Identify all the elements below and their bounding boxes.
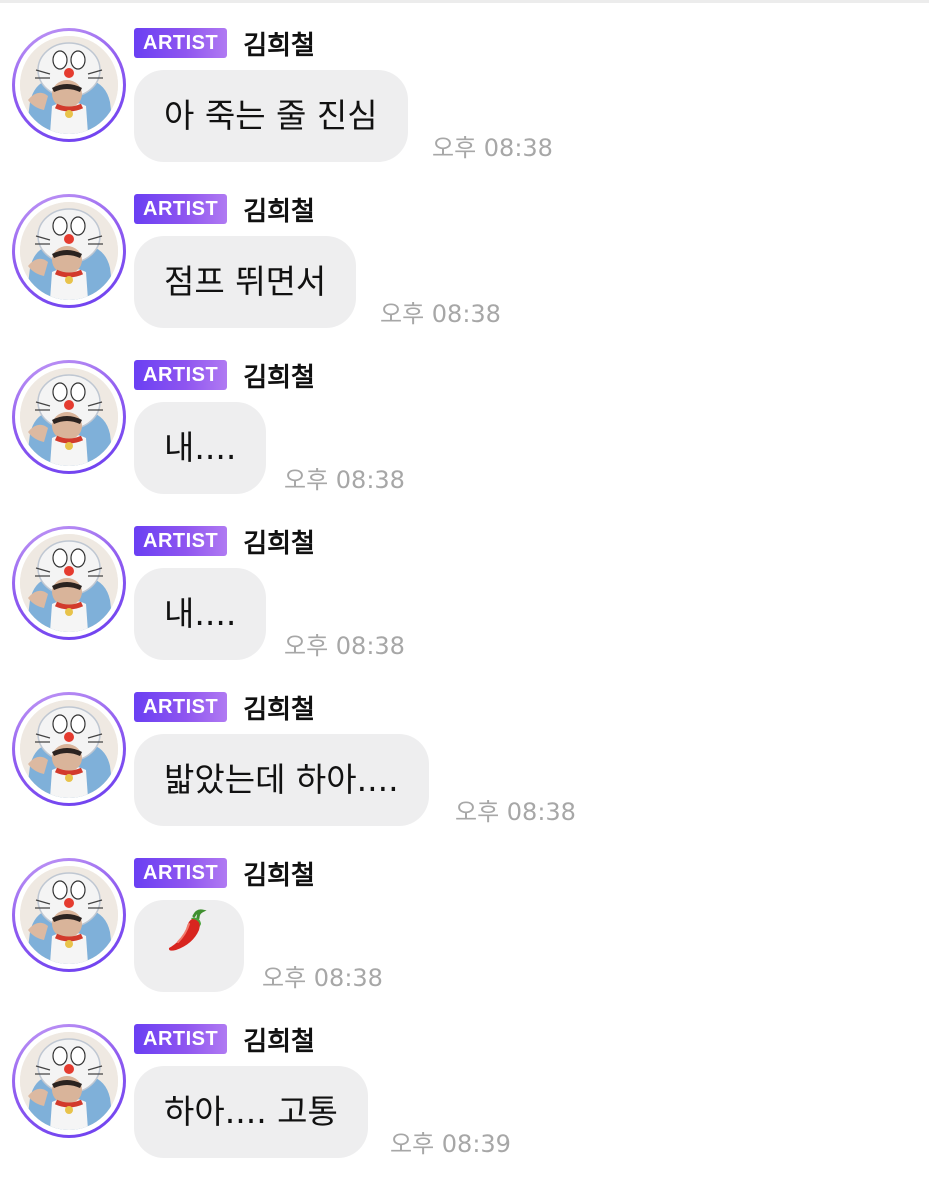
chat-message: ARTIST 김희철 하아.... 고통 오후 08:39 xyxy=(0,1024,929,1190)
sender-name: 김희철 xyxy=(243,30,315,61)
chat-message: ARTIST 김희철 점프 뛰면서 오후 08:38 xyxy=(0,194,929,360)
avatar[interactable] xyxy=(12,1024,126,1138)
avatar-photo xyxy=(20,534,118,632)
artist-badge: ARTIST xyxy=(134,28,228,58)
message-time: 오후 08:38 xyxy=(455,798,576,826)
message-bubble[interactable]: 점프 뛰면서 xyxy=(134,236,357,328)
message-time: 오후 08:38 xyxy=(432,134,553,162)
artist-badge: ARTIST xyxy=(134,858,228,888)
avatar-photo xyxy=(20,202,118,300)
chili-pepper-icon xyxy=(164,899,214,991)
sender-name: 김희철 xyxy=(243,196,315,227)
sender-name: 김희철 xyxy=(243,528,315,559)
message-bubble[interactable]: 내.... xyxy=(134,402,267,494)
chat-message: ARTIST 김희철 아 죽는 줄 진심 오후 08:38 xyxy=(0,28,929,194)
artist-badge: ARTIST xyxy=(134,194,228,224)
sender-name: 김희철 xyxy=(243,860,315,891)
sender-name: 김희철 xyxy=(243,694,315,725)
chat-message: ARTIST 김희철 내.... 오후 08:38 xyxy=(0,526,929,692)
message-time: 오후 08:38 xyxy=(380,300,501,328)
avatar[interactable] xyxy=(12,360,126,474)
message-time: 오후 08:38 xyxy=(284,632,405,660)
message-time: 오후 08:38 xyxy=(262,964,383,992)
avatar-photo xyxy=(20,866,118,964)
message-time: 오후 08:39 xyxy=(390,1130,511,1158)
message-time: 오후 08:38 xyxy=(284,466,405,494)
chat-message-list[interactable]: ARTIST 김희철 아 죽는 줄 진심 오후 08:38 ARTIST 김희철… xyxy=(0,0,929,1200)
sender-name: 김희철 xyxy=(243,362,315,393)
message-bubble[interactable]: 아 죽는 줄 진심 xyxy=(134,70,408,162)
avatar-photo xyxy=(20,368,118,466)
sender-name: 김희철 xyxy=(243,1026,315,1057)
chat-message: ARTIST 김희철 내.... 오후 08:38 xyxy=(0,360,929,526)
artist-badge: ARTIST xyxy=(134,1024,228,1054)
avatar[interactable] xyxy=(12,28,126,142)
artist-badge: ARTIST xyxy=(134,360,228,390)
avatar[interactable] xyxy=(12,194,126,308)
chat-message: ARTIST 김희철 밟았는데 하아.... 오후 08:38 xyxy=(0,692,929,858)
message-bubble[interactable]: 내.... xyxy=(134,568,267,660)
artist-badge: ARTIST xyxy=(134,526,228,556)
artist-badge: ARTIST xyxy=(134,692,228,722)
avatar-photo xyxy=(20,700,118,798)
avatar-photo xyxy=(20,1032,118,1130)
avatar-photo xyxy=(20,36,118,134)
avatar[interactable] xyxy=(12,692,126,806)
chat-message: ARTIST 김희철 오후 08:38 xyxy=(0,858,929,1024)
message-bubble[interactable]: 밟았는데 하아.... xyxy=(134,734,429,826)
avatar[interactable] xyxy=(12,858,126,972)
message-bubble[interactable]: 하아.... 고통 xyxy=(134,1066,368,1158)
message-bubble[interactable] xyxy=(134,900,244,992)
avatar[interactable] xyxy=(12,526,126,640)
